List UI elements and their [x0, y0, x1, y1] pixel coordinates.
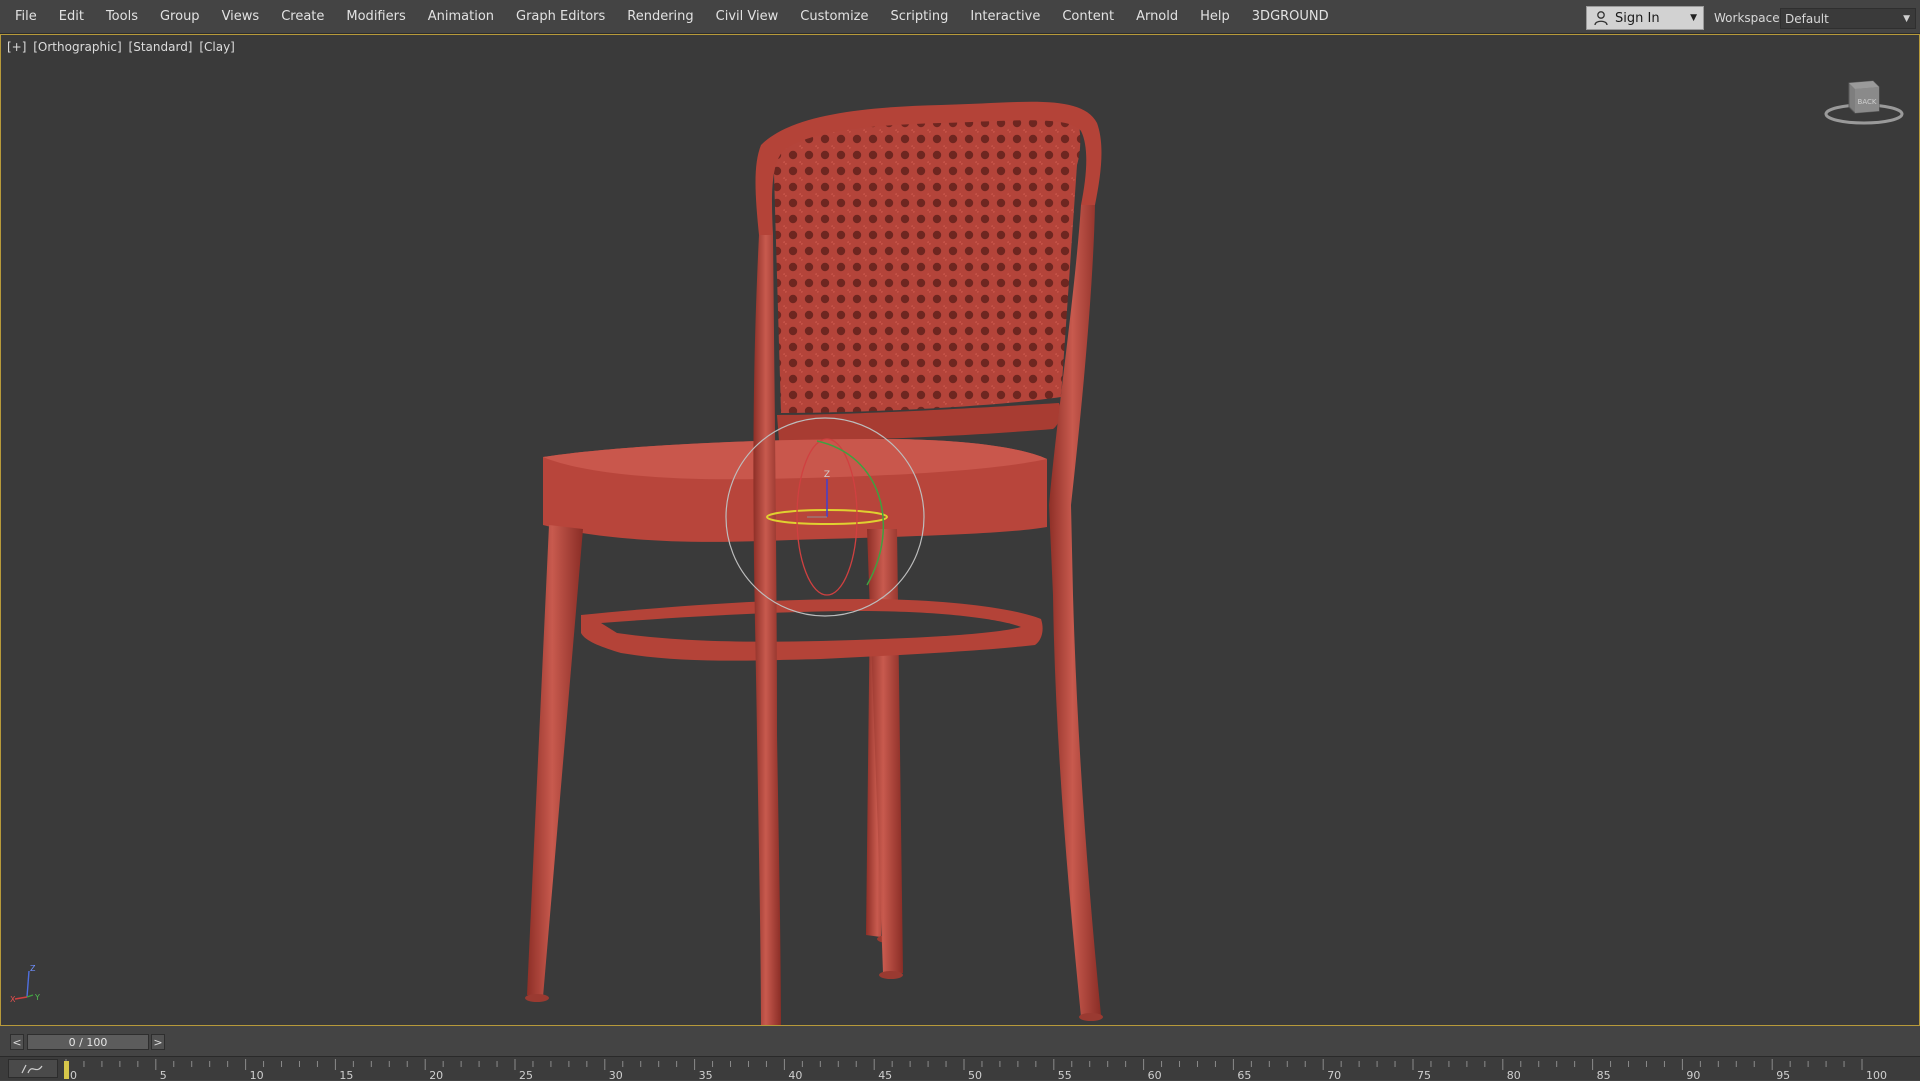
timeline-tick-label: 90: [1686, 1069, 1700, 1081]
menu-graph-editors[interactable]: Graph Editors: [505, 0, 616, 34]
menu-modifiers[interactable]: Modifiers: [335, 0, 416, 34]
menu-create[interactable]: Create: [270, 0, 335, 34]
timeline-tick-label: 5: [160, 1069, 167, 1081]
menu-content[interactable]: Content: [1051, 0, 1125, 34]
timeline-tick-label: 30: [609, 1069, 623, 1081]
menu-3dground[interactable]: 3DGROUND: [1241, 0, 1340, 34]
timeline-tick-label: 75: [1417, 1069, 1431, 1081]
timeline-tick-label: 55: [1058, 1069, 1072, 1081]
chevron-down-icon: ▼: [1903, 14, 1910, 24]
workspaces-label: Workspaces:: [1714, 11, 1790, 25]
time-slider-next-button[interactable]: >: [151, 1034, 165, 1050]
user-icon: [1594, 11, 1608, 26]
timeline-tick-label: 35: [699, 1069, 713, 1081]
menu-arnold[interactable]: Arnold: [1125, 0, 1189, 34]
chair-leg-front-left: [527, 525, 583, 997]
sign-in-button[interactable]: Sign In ▼: [1586, 6, 1704, 30]
gizmo-z-label: Z: [824, 470, 830, 480]
timeline-tick-label: 10: [250, 1069, 264, 1081]
time-slider[interactable]: < 0 / 100 >: [0, 1026, 1920, 1056]
time-slider-prev-button[interactable]: <: [10, 1034, 24, 1050]
chevron-down-icon: ▼: [1690, 13, 1697, 23]
chair-foot-front-right: [879, 971, 903, 979]
menu-views[interactable]: Views: [211, 0, 271, 34]
menu-animation[interactable]: Animation: [417, 0, 505, 34]
timeline-tick-label: 20: [429, 1069, 443, 1081]
timeline-tick-label: 65: [1237, 1069, 1251, 1081]
axis-tripod-icon: Z X Y: [10, 964, 40, 1003]
perspective-viewport[interactable]: [+] [Orthographic] [Standard] [Clay] BAC…: [0, 34, 1920, 1026]
sign-in-label: Sign In: [1615, 10, 1660, 26]
tripod-y-label: Y: [34, 993, 40, 1002]
menu-help[interactable]: Help: [1189, 0, 1241, 34]
workspaces-value: Default: [1785, 11, 1829, 26]
menu-group[interactable]: Group: [149, 0, 211, 34]
timeline-tick-label: 80: [1507, 1069, 1521, 1081]
timeline-tick-label: 100: [1866, 1069, 1887, 1081]
timeline-tick-label: 45: [878, 1069, 892, 1081]
timeline-tick-label: 60: [1148, 1069, 1162, 1081]
time-slider-frame-display[interactable]: 0 / 100: [27, 1034, 149, 1050]
track-bar[interactable]: 0 5 10 15 20 25 30 35 40 45 50 55 60 65 70 75 80 85 90 95 10…: [0, 1056, 1920, 1081]
timeline-tick-label: 25: [519, 1069, 533, 1081]
menu-file[interactable]: File: [4, 0, 48, 34]
menu-customize[interactable]: Customize: [789, 0, 879, 34]
tripod-x-label: X: [10, 995, 16, 1003]
timeline-tick-label: 85: [1597, 1069, 1611, 1081]
menu-civil-view[interactable]: Civil View: [705, 0, 790, 34]
chair-foot-back-right: [1079, 1013, 1103, 1021]
menu-rendering[interactable]: Rendering: [616, 0, 704, 34]
current-frame-marker[interactable]: [64, 1061, 69, 1079]
menu-bar: File Edit Tools Group Views Create Modifiers An…: [0, 0, 1920, 34]
chair-back-panel: [773, 105, 1081, 413]
chair-foot-front-left: [525, 994, 549, 1002]
menu-scripting[interactable]: Scripting: [880, 0, 960, 34]
timeline-tick-label: 50: [968, 1069, 982, 1081]
menu-edit[interactable]: Edit: [48, 0, 95, 34]
tripod-z-label: Z: [30, 964, 36, 973]
timeline-tick-label: 15: [339, 1069, 353, 1081]
menu-interactive[interactable]: Interactive: [959, 0, 1051, 34]
workspaces-dropdown[interactable]: Default ▼: [1780, 8, 1916, 29]
menu-items: File Edit Tools Group Views Create Modifiers An…: [4, 0, 1340, 34]
timeline-tick-label: 40: [788, 1069, 802, 1081]
timeline-tick-label: 95: [1776, 1069, 1790, 1081]
timeline-tick-label: 0: [70, 1069, 77, 1081]
timeline-tick-label: 70: [1327, 1069, 1341, 1081]
chair-model[interactable]: Z: [1, 35, 1919, 1025]
menu-tools[interactable]: Tools: [95, 0, 149, 34]
timeline-ruler[interactable]: 0 5 10 15 20 25 30 35 40 45 50 55 60 65 70 75 80 85 90 95 10…: [0, 1057, 1920, 1081]
